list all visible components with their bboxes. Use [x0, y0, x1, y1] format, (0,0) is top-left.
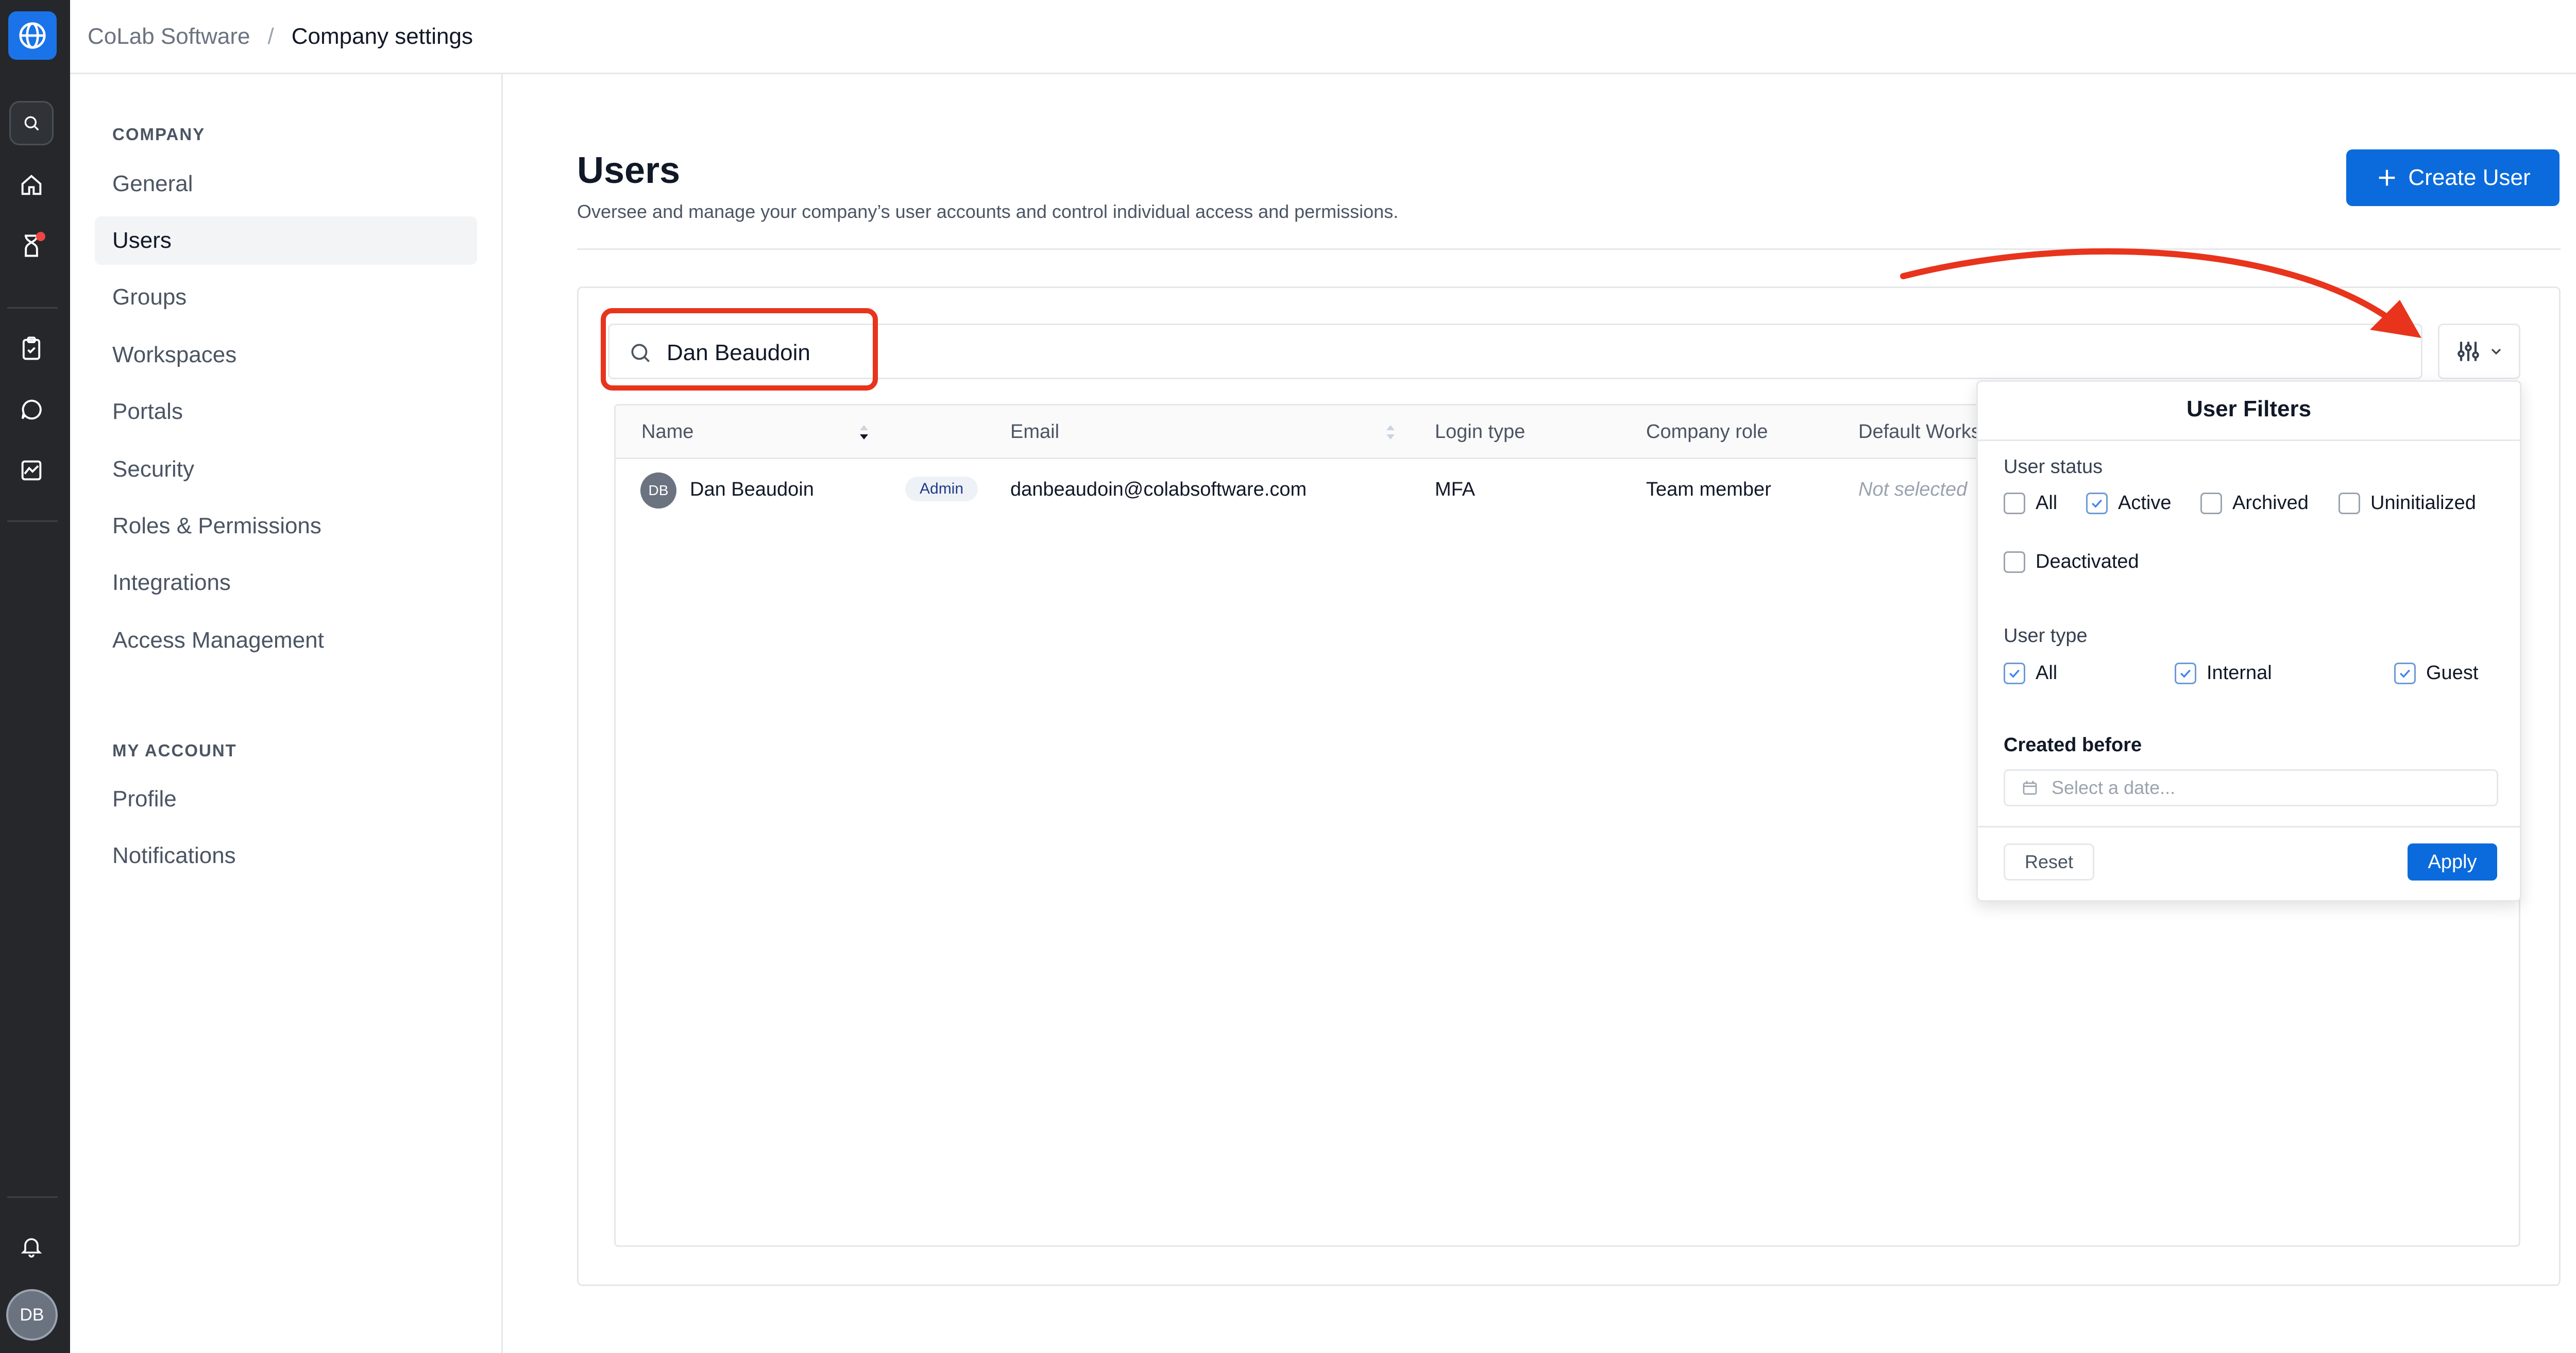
chevron-down-icon [2488, 343, 2504, 360]
create-user-label: Create User [2408, 165, 2531, 190]
checkbox-label: Deactivated [2036, 551, 2139, 572]
checkbox-box [2004, 492, 2025, 514]
user-type-label: User type [2004, 625, 2088, 647]
sidebar-item-portals[interactable]: Portals [95, 387, 477, 436]
reset-button[interactable]: Reset [2004, 843, 2094, 881]
date-placeholder: Select a date... [2052, 777, 2176, 798]
status-archived-checkbox[interactable]: Archived [2200, 492, 2309, 514]
sidebar-item-notifications[interactable]: Notifications [95, 832, 477, 880]
status-uninitialized-checkbox[interactable]: Uninitialized [2338, 492, 2476, 514]
page-subtitle: Oversee and manage your company’s user a… [577, 201, 1399, 222]
column-header-default-workspace[interactable]: Default Works [1858, 421, 1981, 443]
globe-icon[interactable] [8, 11, 57, 60]
plus-icon [2375, 166, 2399, 190]
page-title: Users [577, 150, 681, 191]
role-badge: Admin [905, 477, 978, 501]
user-name[interactable]: Dan Beaudoin [690, 479, 814, 501]
filter-button[interactable] [2438, 324, 2520, 379]
sidebar-item-access-management[interactable]: Access Management [95, 616, 477, 665]
sidebar-item-workspaces[interactable]: Workspaces [95, 331, 477, 379]
breadcrumb-root[interactable]: CoLab Software [88, 24, 250, 49]
search-icon[interactable] [9, 101, 54, 145]
sort-icon[interactable] [1383, 422, 1398, 443]
type-internal-checkbox[interactable]: Internal [2175, 662, 2272, 684]
annotation-arrow [1896, 242, 2432, 356]
check-icon [2175, 662, 2196, 684]
checkbox-label: Uninitialized [2370, 492, 2476, 514]
avatar: DB [640, 472, 676, 509]
status-deactivated-checkbox[interactable]: Deactivated [2004, 551, 2139, 573]
checkbox-label: All [2036, 492, 2058, 514]
checkbox-box [2338, 492, 2360, 514]
my-account-section-heading: MY ACCOUNT [112, 741, 237, 760]
checkbox-box [2200, 492, 2222, 514]
check-icon [2086, 492, 2108, 514]
user-filters-popover: User Filters User status All Active Arch… [1976, 380, 2521, 902]
user-company-role: Team member [1646, 479, 1771, 500]
breadcrumb: CoLab Software / Company settings [70, 0, 2576, 74]
search-annotation-box [601, 308, 878, 391]
breadcrumb-separator: / [267, 23, 274, 49]
rail-divider [7, 1196, 58, 1198]
settings-sidebar: COMPANY General Users Groups Workspaces … [70, 74, 503, 1353]
user-status-label: User status [2004, 456, 2103, 478]
user-default-workspace: Not selected [1858, 479, 1968, 500]
apply-button[interactable]: Apply [2408, 843, 2497, 881]
created-before-label: Created before [2004, 734, 2142, 756]
check-icon [2004, 662, 2025, 684]
column-header-email[interactable]: Email [1010, 421, 1059, 443]
hourglass-icon[interactable] [9, 224, 54, 268]
popover-divider [1978, 439, 2520, 441]
sidebar-item-general[interactable]: General [95, 160, 477, 208]
rail-divider [7, 520, 58, 522]
status-all-checkbox[interactable]: All [2004, 492, 2057, 514]
column-header-name[interactable]: Name [641, 421, 693, 443]
bell-icon[interactable] [9, 1224, 54, 1269]
sidebar-item-users[interactable]: Users [95, 216, 477, 265]
column-header-login-type[interactable]: Login type [1435, 421, 1525, 443]
user-avatar[interactable]: DB [6, 1289, 58, 1341]
chart-icon[interactable] [9, 448, 54, 493]
company-section-heading: COMPANY [112, 125, 206, 144]
sidebar-item-profile[interactable]: Profile [95, 775, 477, 823]
home-icon[interactable] [9, 163, 54, 207]
chat-icon[interactable] [9, 387, 54, 432]
checkbox-label: Active [2118, 492, 2172, 514]
check-icon [2394, 662, 2416, 684]
popover-title: User Filters [2186, 396, 2312, 421]
notification-dot [36, 232, 45, 241]
checkbox-label: Archived [2232, 492, 2309, 514]
clipboard-check-icon[interactable] [9, 327, 54, 371]
checkbox-box [2004, 551, 2025, 573]
create-user-button[interactable]: Create User [2346, 149, 2560, 206]
column-header-company-role[interactable]: Company role [1646, 421, 1768, 443]
status-active-checkbox[interactable]: Active [2086, 492, 2171, 514]
checkbox-label: All [2036, 662, 2058, 684]
rail-divider [7, 307, 58, 309]
app-rail: DB [0, 0, 70, 1353]
checkbox-label: Internal [2207, 662, 2272, 684]
sidebar-item-security[interactable]: Security [95, 445, 477, 494]
popover-divider [1978, 826, 2520, 827]
user-email: danbeaudoin@colabsoftware.com [1010, 479, 1307, 500]
breadcrumb-current: Company settings [291, 23, 473, 49]
type-all-checkbox[interactable]: All [2004, 662, 2057, 684]
date-picker-input[interactable]: Select a date... [2004, 769, 2498, 806]
type-guest-checkbox[interactable]: Guest [2394, 662, 2478, 684]
user-login-type: MFA [1435, 479, 1476, 500]
sidebar-item-roles-permissions[interactable]: Roles & Permissions [95, 502, 477, 550]
sidebar-item-groups[interactable]: Groups [95, 273, 477, 322]
sort-active-icon[interactable] [857, 422, 871, 443]
sidebar-item-integrations[interactable]: Integrations [95, 559, 477, 607]
checkbox-label: Guest [2426, 662, 2479, 684]
calendar-icon [2021, 779, 2039, 797]
sliders-icon [2454, 337, 2483, 366]
